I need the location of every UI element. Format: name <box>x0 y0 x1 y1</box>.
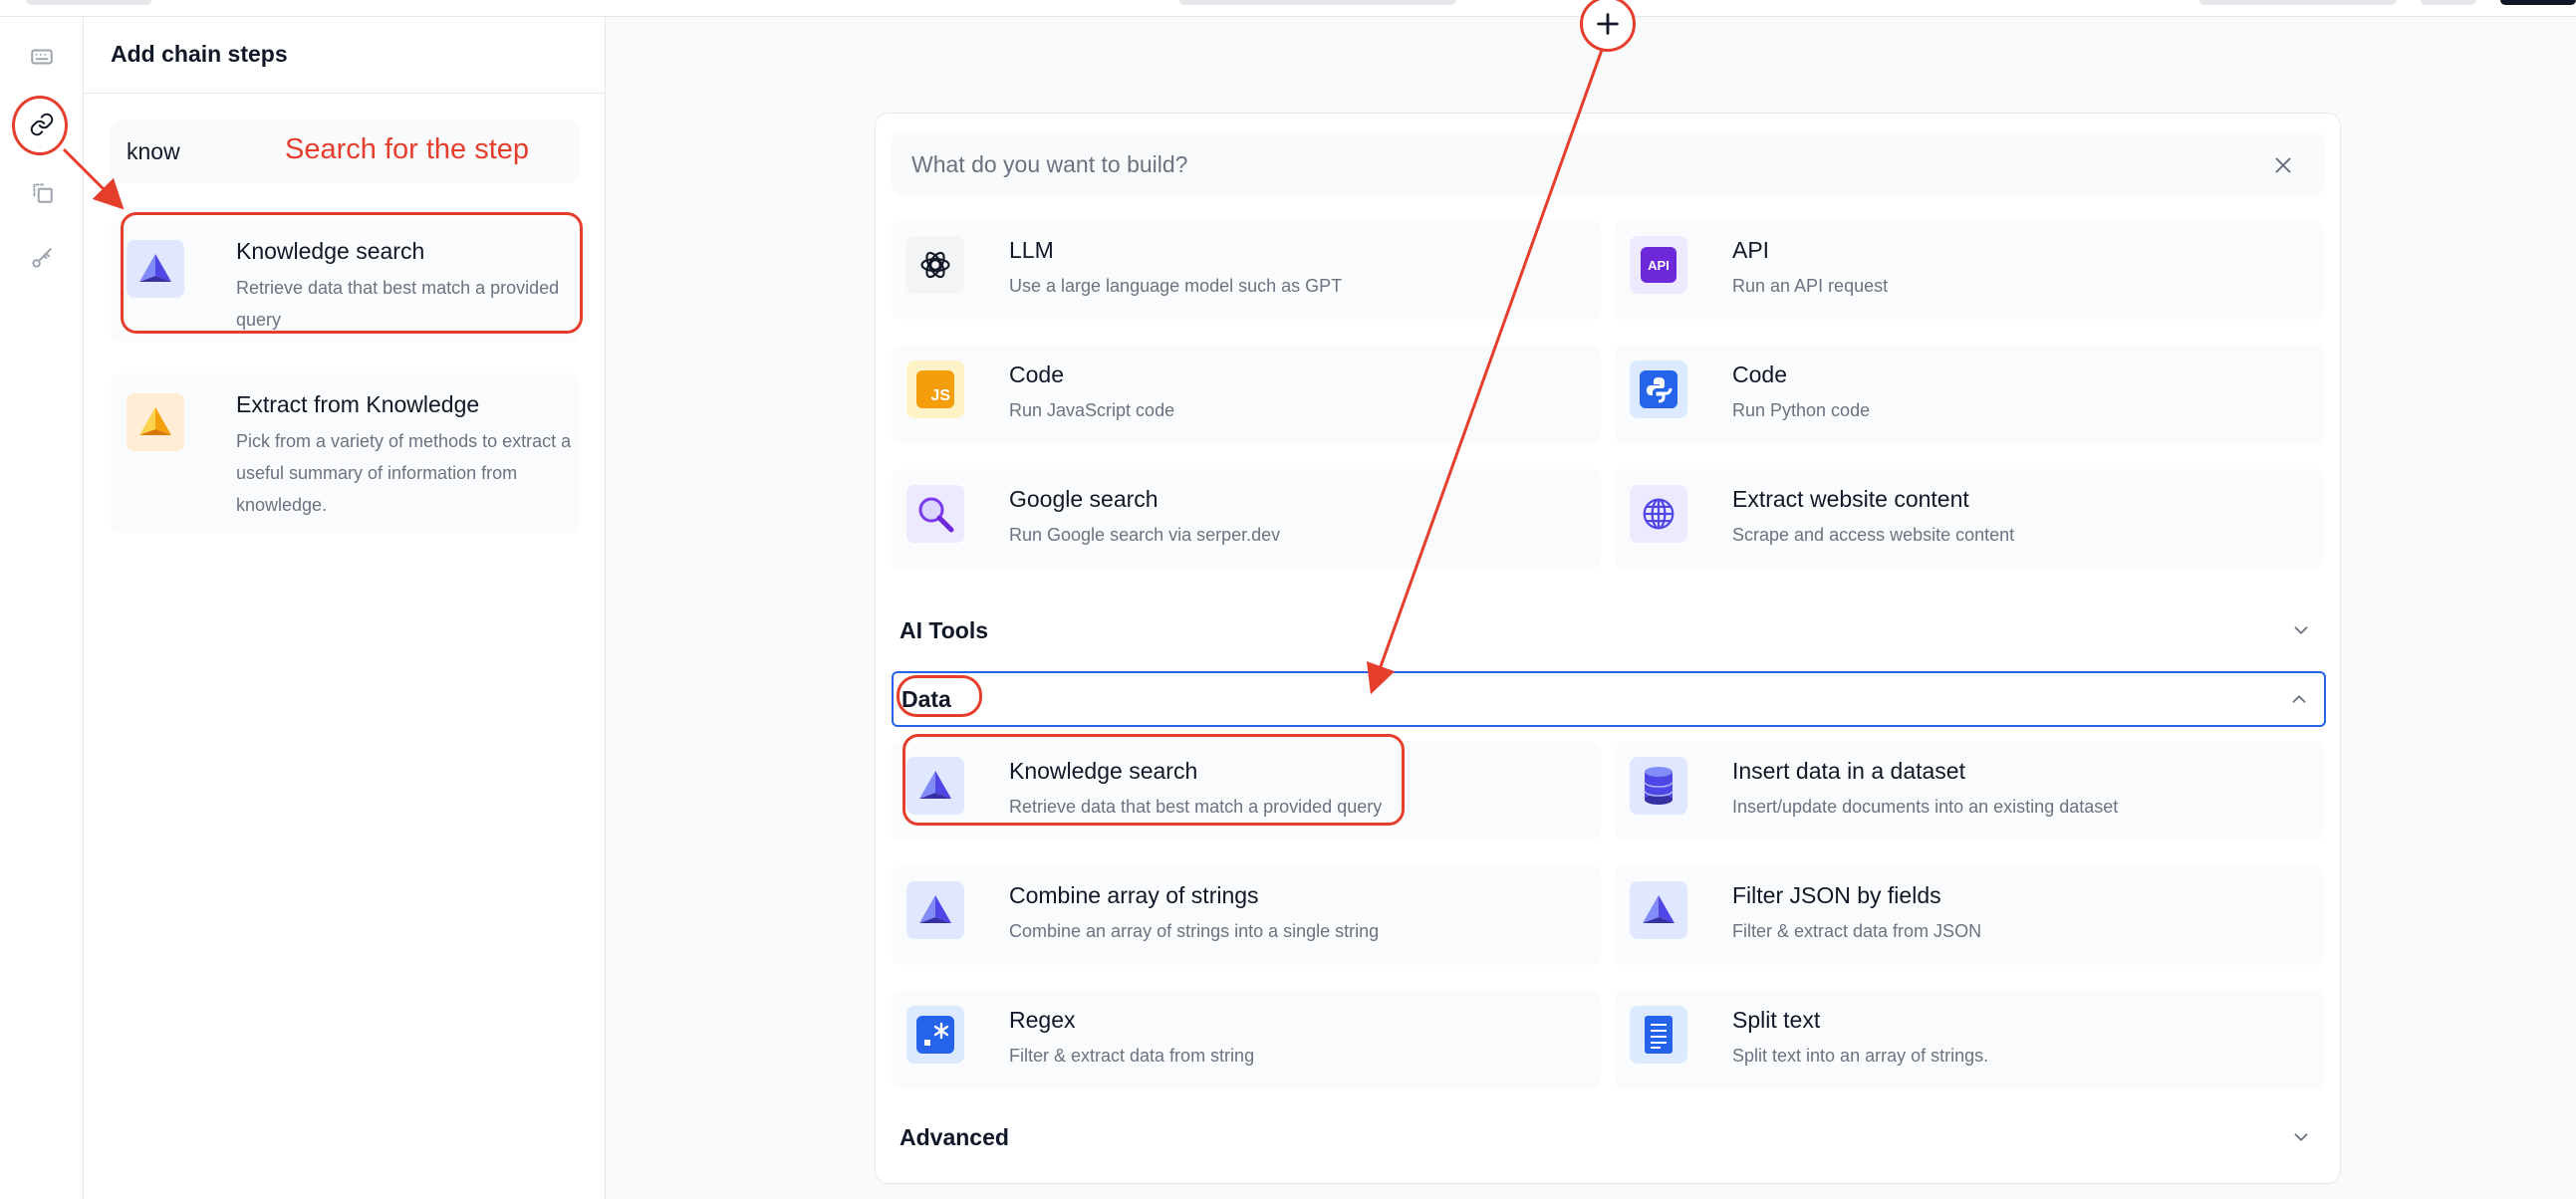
section-data[interactable]: Data <box>892 671 2326 727</box>
tile-filter-json-by-fields[interactable]: Filter JSON by fields Filter & extract d… <box>1615 865 2324 965</box>
tile-title: API <box>1732 237 1770 263</box>
panel-title: Add chain steps <box>111 41 288 67</box>
python-icon <box>1630 360 1687 418</box>
tile-description: Split text into an array of strings. <box>1732 1046 1989 1066</box>
divider <box>84 93 606 94</box>
section-label: Data <box>902 686 951 712</box>
tile-description: Filter & extract data from JSON <box>1732 921 1982 941</box>
javascript-icon: JS <box>906 360 964 418</box>
database-icon <box>1630 757 1687 815</box>
globe-icon <box>1630 485 1687 543</box>
toolbar-button[interactable] <box>26 0 151 5</box>
regex-icon <box>906 1006 964 1064</box>
tile-title: Code <box>1009 361 1064 387</box>
toolbar-primary-button[interactable] <box>2500 0 2576 5</box>
tile-description: Combine an array of strings into a singl… <box>1009 921 1380 941</box>
toolbar-control[interactable] <box>1179 0 1456 5</box>
toolbar-button[interactable] <box>2199 0 2397 5</box>
tile-title: Google search <box>1009 486 1159 512</box>
openai-icon <box>906 236 964 294</box>
keyboard-icon[interactable] <box>22 37 62 77</box>
tile-title: Extract website content <box>1732 486 1969 512</box>
chevron-down-icon <box>2290 619 2312 641</box>
tile-title: LLM <box>1009 237 1054 263</box>
result-title: Knowledge search <box>236 238 425 264</box>
tile-title: Knowledge search <box>1009 758 1198 784</box>
tile-description: Run Google search via serper.dev <box>1009 525 1281 545</box>
pyramid-blue-icon <box>906 881 964 939</box>
document-icon <box>1630 1006 1687 1064</box>
pyramid-blue-icon <box>127 240 184 298</box>
tile-knowledge-search[interactable]: Knowledge search Retrieve data that best… <box>892 741 1601 840</box>
step-builder-card: LLM Use a large language model such as G… <box>875 113 2341 1184</box>
tile-api[interactable]: API API Run an API request <box>1615 220 2324 320</box>
result-title: Extract from Knowledge <box>236 391 480 417</box>
tile-google-search[interactable]: Google search Run Google search via serp… <box>892 469 1601 569</box>
pyramid-blue-icon <box>1630 881 1687 939</box>
tile-title: Combine array of strings <box>1009 882 1259 908</box>
close-icon[interactable] <box>2268 150 2298 180</box>
section-label: Advanced <box>900 1124 1009 1150</box>
tile-description: Run Python code <box>1732 400 1871 420</box>
tile-code-javascript[interactable]: JS Code Run JavaScript code <box>892 345 1601 444</box>
pyramid-orange-icon <box>127 393 184 451</box>
chevron-down-icon <box>2290 1126 2312 1148</box>
tile-description: Retrieve data that best match a provided… <box>1009 797 1383 817</box>
annotation-label: Search for the step <box>285 133 530 165</box>
link-icon[interactable] <box>22 105 62 144</box>
result-extract-from-knowledge[interactable]: Extract from Knowledge Pick from a varie… <box>111 373 579 533</box>
tile-description: Run an API request <box>1732 276 1889 296</box>
magnifier-icon <box>906 485 964 543</box>
tile-description: Insert/update documents into an existing… <box>1732 797 2119 817</box>
tile-insert-data-in-dataset[interactable]: Insert data in a dataset Insert/update d… <box>1615 741 2324 840</box>
tile-extract-website-content[interactable]: Extract website content Scrape and acces… <box>1615 469 2324 569</box>
tile-split-text[interactable]: Split text Split text into an array of s… <box>1615 990 2324 1089</box>
toolbar-button[interactable] <box>2421 0 2476 5</box>
result-knowledge-search[interactable]: Knowledge search Retrieve data that best… <box>111 220 579 342</box>
key-icon[interactable] <box>22 238 62 278</box>
tile-description: Use a large language model such as GPT <box>1009 276 1343 296</box>
top-toolbar <box>0 0 2576 17</box>
plus-icon <box>1597 13 1619 35</box>
tile-title: Code <box>1732 361 1787 387</box>
section-label: AI Tools <box>900 617 989 643</box>
pyramid-blue-icon <box>906 757 964 815</box>
tile-combine-array-of-strings[interactable]: Combine array of strings Combine an arra… <box>892 865 1601 965</box>
tile-description: Scrape and access website content <box>1732 525 2015 545</box>
api-icon: API <box>1630 236 1687 294</box>
result-description: Retrieve data that best match a provided… <box>236 278 560 330</box>
tile-title: Filter JSON by fields <box>1732 882 1941 908</box>
tile-regex[interactable]: Regex Filter & extract data from string <box>892 990 1601 1089</box>
section-ai-tools[interactable]: AI Tools <box>892 602 2326 658</box>
icon-rail <box>0 17 84 1199</box>
add-step-plus-button[interactable] <box>1580 0 1636 52</box>
tile-description: Filter & extract data from string <box>1009 1046 1255 1066</box>
tile-title: Insert data in a dataset <box>1732 758 1965 784</box>
copy-icon[interactable] <box>22 172 62 212</box>
tile-llm[interactable]: LLM Use a large language model such as G… <box>892 220 1601 320</box>
section-advanced[interactable]: Advanced <box>892 1109 2326 1165</box>
build-search-input[interactable] <box>892 132 2324 196</box>
result-description: Pick from a variety of methods to extrac… <box>236 431 572 515</box>
chevron-up-icon <box>2288 688 2310 710</box>
tile-title: Regex <box>1009 1007 1076 1033</box>
tile-code-python[interactable]: Code Run Python code <box>1615 345 2324 444</box>
tile-title: Split text <box>1732 1007 1821 1033</box>
tile-description: Run JavaScript code <box>1009 400 1175 420</box>
add-steps-panel: Add chain steps Knowledge search Retriev… <box>84 17 606 1199</box>
